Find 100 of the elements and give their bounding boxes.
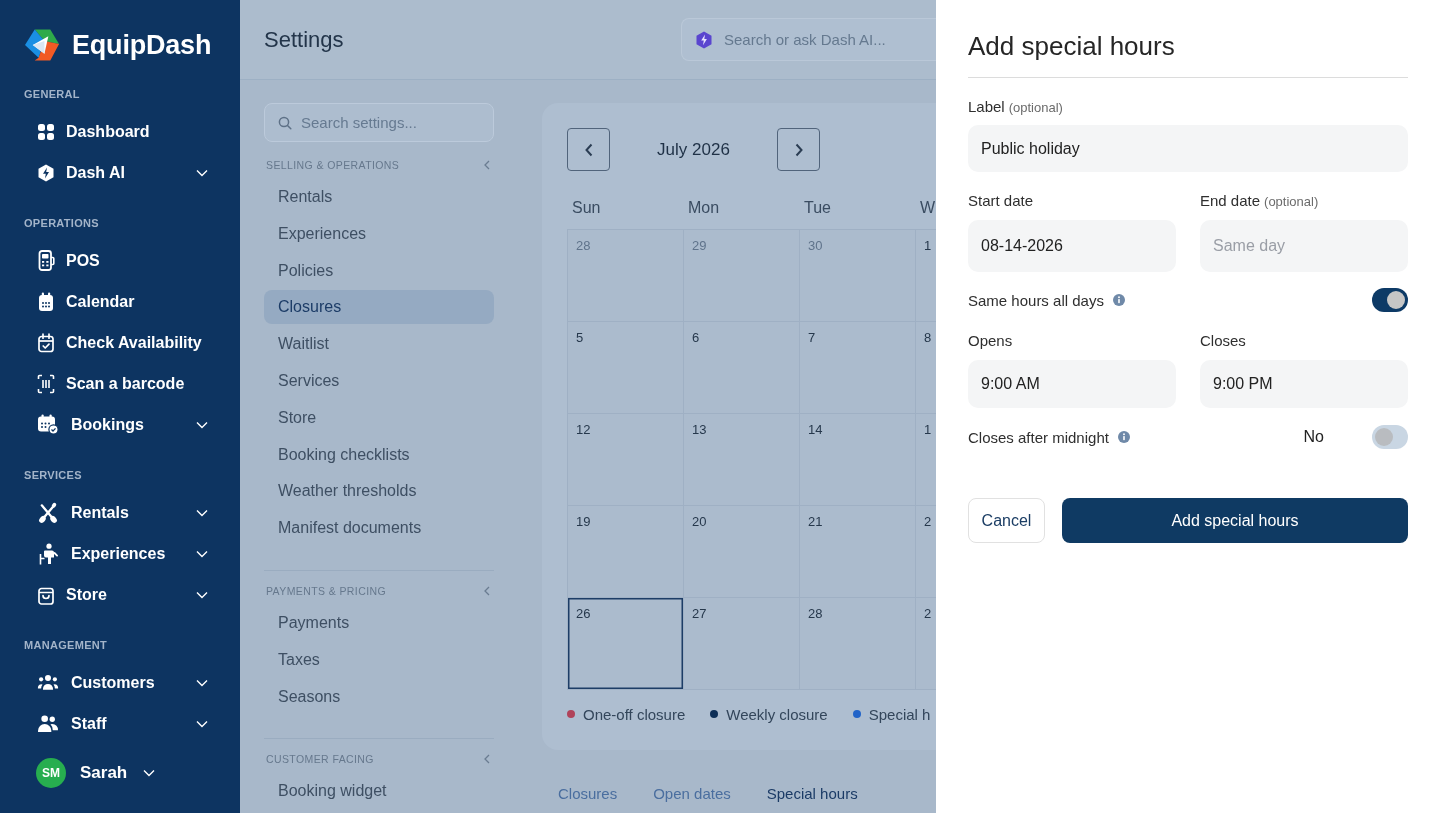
field-label: Closes <box>1200 332 1246 350</box>
section-label: OPERATIONS <box>24 216 99 231</box>
sidebar-item[interactable]: Customers <box>37 662 208 703</box>
search-field[interactable]: Search or ask Dash AI... <box>681 18 936 61</box>
chevron-left-icon[interactable] <box>484 160 490 170</box>
sidebar-item[interactable]: Calendar <box>37 281 208 322</box>
view-tab[interactable]: Special hours <box>766 784 858 804</box>
toggle-label: Same hours all days <box>968 291 1104 309</box>
calendar-day-cell[interactable]: 6 <box>684 322 799 413</box>
calendar-day-cell[interactable]: 2 <box>916 506 936 597</box>
search-icon <box>278 115 292 130</box>
weekday-label: Sun <box>571 198 602 218</box>
calendar-day-cell[interactable]: 19 <box>568 506 683 597</box>
calendar-day-cell[interactable]: 28 <box>800 598 915 689</box>
avatar: SM <box>36 758 66 788</box>
settings-nav-item[interactable]: Store <box>264 400 494 435</box>
sidebar-item[interactable]: Experiences <box>37 533 208 574</box>
sidebar-item[interactable]: Store <box>37 574 208 615</box>
drawer-title: Add special hours <box>968 31 1408 78</box>
chevron-left-icon <box>584 142 593 157</box>
sidebar-item[interactable]: Dash AI <box>37 152 208 193</box>
page-title: Settings <box>264 26 344 53</box>
calendar-day-cell[interactable]: 14 <box>800 414 915 505</box>
chevron-down-icon <box>143 769 156 777</box>
calendar-day-cell[interactable]: 27 <box>684 598 799 689</box>
sidebar-item[interactable]: Dashboard <box>37 111 208 152</box>
settings-nav-item[interactable]: Booking widget <box>264 774 494 809</box>
cancel-button[interactable]: Cancel <box>968 498 1045 543</box>
chevron-right-icon <box>794 142 803 157</box>
field-label: End date <box>1200 192 1261 210</box>
submit-button[interactable]: Add special hours <box>1062 498 1408 543</box>
calendar-day-cell[interactable]: 7 <box>800 322 915 413</box>
calendar-day-cell[interactable]: 21 <box>800 506 915 597</box>
next-month-button[interactable] <box>777 128 820 171</box>
calendar-day-cell[interactable]: 8 <box>916 322 936 413</box>
date-input[interactable]: 08-14-2026 <box>968 220 1176 272</box>
calendar-day-cell[interactable]: 1 <box>916 414 936 505</box>
settings-nav-item[interactable]: Closures <box>264 290 494 325</box>
weekday-label: Mon <box>687 198 721 218</box>
info-icon <box>1117 431 1130 443</box>
sidebar-item[interactable]: Rentals <box>37 492 208 533</box>
weekday-label: W <box>919 198 936 218</box>
settings-nav-item[interactable]: Experiences <box>264 216 494 251</box>
hexagon-bolt-icon <box>37 163 55 182</box>
user-menu[interactable]: SM Sarah <box>36 758 156 788</box>
settings-nav-item[interactable]: Seasons <box>264 679 494 714</box>
brand-name: EquipDash <box>72 29 212 62</box>
previous-month-button[interactable] <box>567 128 610 171</box>
calendar-day-cell[interactable]: 2 <box>916 598 936 689</box>
settings-nav-item[interactable]: Manifest documents <box>264 511 494 546</box>
field-label: Label <box>968 98 1005 116</box>
weekday-label: Tue <box>803 198 832 218</box>
people-icon <box>37 714 59 733</box>
time-input[interactable]: 9:00 AM <box>968 360 1176 408</box>
search-field[interactable]: Search settings... <box>264 103 494 142</box>
sidebar-item[interactable]: Check Availability <box>37 322 208 363</box>
legend-label: One-off closure <box>583 705 686 723</box>
calendar-check-icon <box>37 332 55 353</box>
calendar-day-cell[interactable]: 1 <box>916 230 936 321</box>
settings-nav-item[interactable]: Policies <box>264 253 494 288</box>
calendar-icon <box>37 291 55 312</box>
calendar-day-cell[interactable]: 20 <box>684 506 799 597</box>
month-label: July 2026 <box>656 139 731 160</box>
sidebar-item[interactable]: Scan a barcode <box>37 363 208 404</box>
section-label: GENERAL <box>24 87 80 102</box>
grid-icon <box>37 122 55 141</box>
chevron-left-icon[interactable] <box>484 585 490 596</box>
sidebar-item[interactable]: Bookings <box>37 404 208 445</box>
sidebar-item[interactable]: POS <box>37 240 208 281</box>
section-label: PAYMENTS & PRICING <box>266 583 386 598</box>
settings-nav-item[interactable]: Taxes <box>264 642 494 677</box>
calendar-badge-icon <box>37 414 59 435</box>
date-input[interactable]: Same day <box>1200 220 1408 272</box>
chevron-left-icon[interactable] <box>484 754 490 765</box>
toggle-value: No <box>1303 428 1324 446</box>
settings-nav-item[interactable]: Waitlist <box>264 327 494 362</box>
barcode-scan-icon <box>37 373 55 394</box>
calendar-day-cell[interactable]: 13 <box>684 414 799 505</box>
toggle-switch[interactable] <box>1372 425 1408 449</box>
info-icon <box>1112 294 1125 306</box>
settings-nav-item[interactable]: Booking checklists <box>264 437 494 472</box>
calendar-day-cell[interactable]: 26 <box>568 598 683 689</box>
person-icon <box>37 542 59 565</box>
settings-nav-item[interactable]: Payments <box>264 605 494 640</box>
text-input[interactable]: Public holiday <box>968 125 1408 172</box>
field-label: Opens <box>968 332 1013 350</box>
toggle-switch[interactable] <box>1372 288 1408 312</box>
people-group-icon <box>37 673 59 692</box>
section-label: MANAGEMENT <box>24 638 108 653</box>
time-input[interactable]: 9:00 PM <box>1200 360 1408 408</box>
crossed-paddles-icon <box>37 501 59 524</box>
settings-nav-item[interactable]: Weather thresholds <box>264 474 494 509</box>
calendar-day-cell[interactable]: 5 <box>568 322 683 413</box>
sidebar-item[interactable]: Staff <box>37 703 208 744</box>
hexagon-bolt-icon <box>696 31 712 49</box>
settings-nav-item[interactable]: Rentals <box>264 180 494 214</box>
legend-label: Special h <box>868 705 931 723</box>
calendar-day-cell[interactable]: 12 <box>568 414 683 505</box>
legend-label: Weekly closure <box>726 705 828 723</box>
settings-nav-item[interactable]: Services <box>264 364 494 398</box>
